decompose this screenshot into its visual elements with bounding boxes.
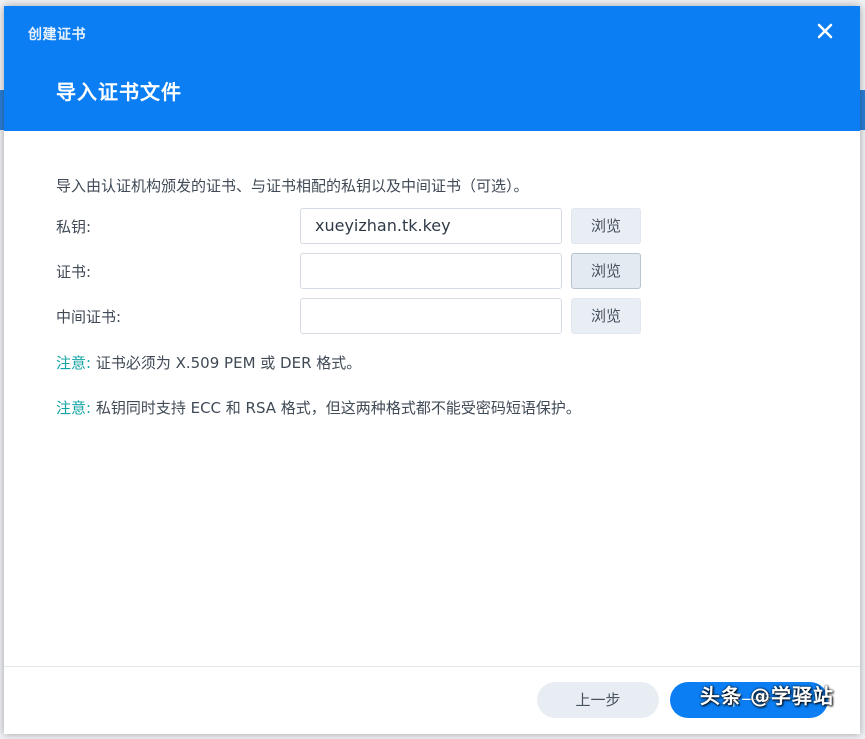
intermediate-certificate-row: 中间证书: 浏览	[56, 298, 656, 334]
certificate-browse-button[interactable]: 浏览	[571, 253, 641, 289]
step-title: 导入证书文件	[56, 80, 182, 104]
format-note: 注意: 证书必须为 X.509 PEM 或 DER 格式。	[56, 352, 361, 373]
key-note-text: 私钥同时支持 ECC 和 RSA 格式，但这两种格式都不能受密码短语保护。	[91, 399, 581, 417]
dialog-header: 创建证书 导入证书文件	[4, 6, 860, 131]
format-note-label: 注意:	[56, 354, 92, 372]
private-key-row: 私钥: xueyizhan.tk.key 浏览	[56, 208, 656, 244]
private-key-browse-button[interactable]: 浏览	[571, 208, 641, 244]
key-note-label: 注意:	[56, 399, 92, 417]
format-note-text: 证书必须为 X.509 PEM 或 DER 格式。	[91, 354, 362, 372]
intermediate-certificate-label: 中间证书:	[56, 308, 122, 326]
back-button[interactable]: 上一步	[537, 682, 659, 718]
certificate-row: 证书: 浏览	[56, 253, 656, 289]
intermediate-certificate-browse-button[interactable]: 浏览	[571, 298, 641, 334]
watermark: 头条 @学驿站	[700, 684, 834, 708]
certificate-input[interactable]	[300, 253, 562, 289]
close-button[interactable]	[814, 20, 836, 42]
close-icon	[817, 23, 833, 39]
window-title: 创建证书	[28, 27, 86, 43]
private-key-input[interactable]: xueyizhan.tk.key	[300, 208, 562, 244]
create-certificate-dialog: 创建证书 导入证书文件 导入由认证机构颁发的证书、与证书相配的私钥以及中间证书（…	[4, 6, 860, 734]
private-key-label: 私钥:	[56, 218, 92, 236]
description-text: 导入由认证机构颁发的证书、与证书相配的私钥以及中间证书（可选）。	[56, 177, 529, 195]
certificate-label: 证书:	[56, 263, 92, 281]
intermediate-certificate-input[interactable]	[300, 298, 562, 334]
key-note: 注意: 私钥同时支持 ECC 和 RSA 格式，但这两种格式都不能受密码短语保护…	[56, 397, 581, 418]
